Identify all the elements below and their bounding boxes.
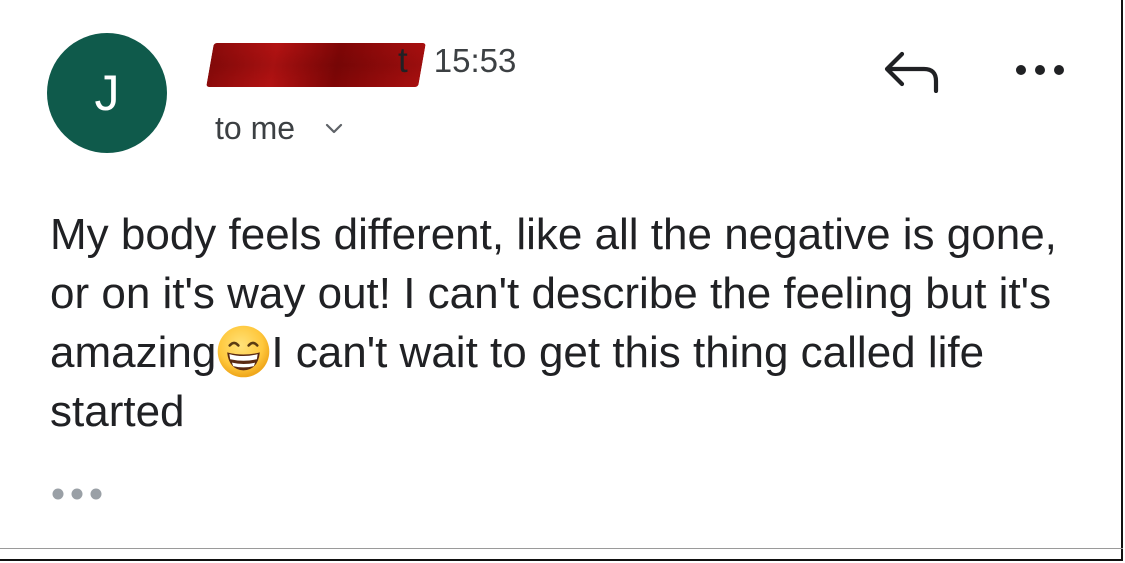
sender-name-visible: t	[398, 41, 408, 80]
reply-arrow-icon	[884, 51, 939, 93]
sender-name[interactable]: t	[206, 41, 426, 87]
sender-row: t 15:53	[206, 38, 517, 87]
ellipsis-icon[interactable]	[50, 484, 106, 504]
chevron-down-icon	[325, 123, 343, 133]
more-horizontal-icon	[1016, 65, 1064, 75]
avatar[interactable]: J	[47, 33, 167, 153]
timestamp: 15:53	[433, 42, 517, 79]
recipient-label: to me	[215, 110, 296, 146]
avatar-letter: J	[94, 65, 120, 121]
redaction-mark	[206, 43, 426, 87]
recipient-toggle[interactable]: to me	[215, 110, 343, 147]
bottom-divider	[0, 548, 1123, 549]
reply-button[interactable]	[875, 45, 945, 97]
message-body: My body feels different, like all the ne…	[50, 205, 1080, 441]
more-options-button[interactable]	[1005, 52, 1075, 88]
grinning-face-emoji-icon	[218, 325, 270, 378]
